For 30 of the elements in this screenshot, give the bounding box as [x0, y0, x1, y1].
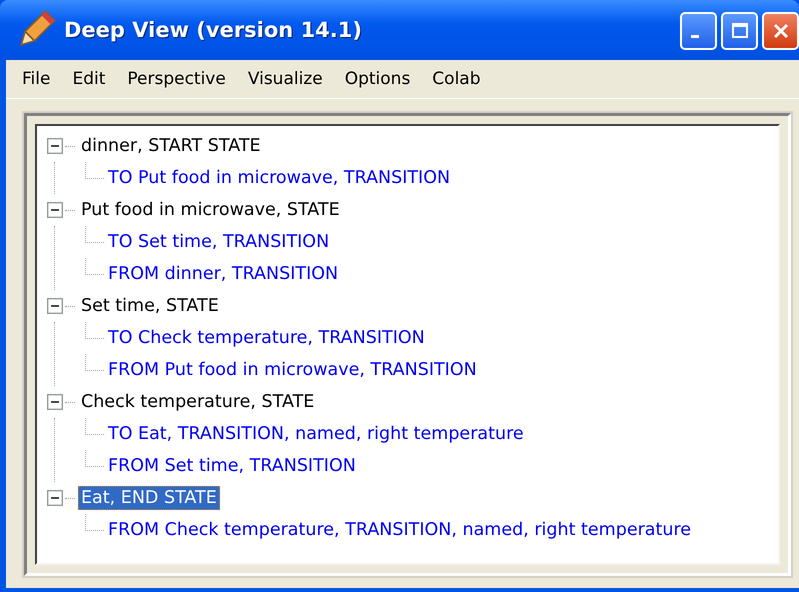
collapse-icon[interactable]: [47, 394, 63, 410]
tree-leaf[interactable]: FROM Set time, TRANSITION: [108, 456, 356, 476]
tree-node[interactable]: Eat, END STATE: [78, 486, 220, 510]
maximize-icon: [730, 21, 750, 41]
tree-leaf[interactable]: TO Eat, TRANSITION, named, right temperature: [108, 424, 524, 444]
maximize-button[interactable]: [721, 12, 758, 50]
collapse-icon[interactable]: [47, 202, 63, 218]
tree-node[interactable]: Check temperature, STATE: [78, 390, 318, 414]
minimize-icon: [690, 34, 698, 38]
tree-leaf[interactable]: TO Check temperature, TRANSITION: [108, 328, 425, 348]
tree-node[interactable]: dinner, START STATE: [78, 134, 264, 158]
tree-leaf[interactable]: TO Put food in microwave, TRANSITION: [108, 168, 450, 188]
menu-item[interactable]: Edit: [72, 69, 118, 89]
close-button[interactable]: [762, 12, 799, 50]
collapse-icon[interactable]: [47, 138, 63, 154]
tree-node[interactable]: Set time, STATE: [78, 294, 222, 318]
tree-leaf[interactable]: FROM Check temperature, TRANSITION, named, right temperature: [108, 520, 692, 540]
menu-item[interactable]: Visualize: [248, 69, 335, 89]
window-title: Deep View (version 14.1): [64, 18, 363, 42]
tree-node[interactable]: Put food in microwave, STATE: [78, 198, 343, 222]
collapse-icon[interactable]: [47, 490, 63, 506]
tree-leaf[interactable]: FROM Put food in microwave, TRANSITION: [108, 360, 477, 380]
menu-item[interactable]: Perspective: [127, 69, 238, 89]
tree-leaf[interactable]: FROM dinner, TRANSITION: [108, 264, 338, 284]
menu-item[interactable]: File: [22, 69, 62, 89]
minimize-button[interactable]: [680, 12, 717, 50]
menu-item[interactable]: Options: [344, 69, 422, 89]
tree-leaf[interactable]: TO Set time, TRANSITION: [108, 232, 330, 252]
menu-item[interactable]: Colab: [432, 69, 492, 89]
collapse-icon[interactable]: [47, 298, 63, 314]
